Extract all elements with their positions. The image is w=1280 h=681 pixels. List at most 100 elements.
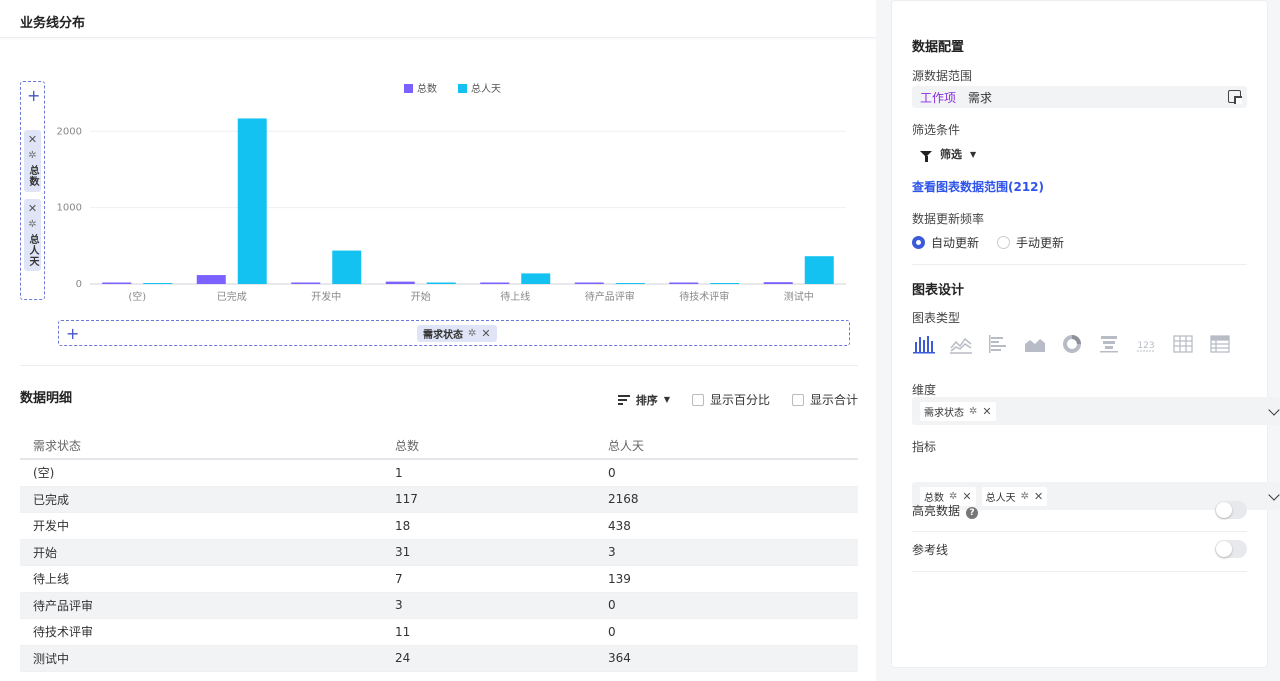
x-tick-label: 待上线 xyxy=(500,290,530,303)
legend-label: 总数 xyxy=(417,82,437,95)
view-range-link[interactable]: 查看图表数据范围(212) xyxy=(912,178,1247,195)
help-icon[interactable]: ? xyxy=(966,506,979,519)
table-cell: (空) xyxy=(33,466,55,481)
refresh-auto-radio[interactable]: 自动更新 xyxy=(912,234,979,251)
table-row: 开发中 18 438 xyxy=(20,513,858,540)
detail-title: 数据明细 xyxy=(20,391,73,406)
donut-chart-icon[interactable] xyxy=(1060,332,1084,356)
pivot-table-icon[interactable] xyxy=(1208,332,1232,356)
bar-mandays xyxy=(615,283,645,284)
filter-label: 筛选条件 xyxy=(912,123,961,137)
table-cell: 待技术评审 xyxy=(33,625,94,640)
table-cell: 待上线 xyxy=(33,572,70,587)
chart-type-selector: 123 xyxy=(912,332,1247,356)
table-row: 待产品评审 3 0 xyxy=(20,592,858,619)
reference-line-row: 参考线 xyxy=(912,540,1247,558)
sort-button[interactable]: 排序 ▼ xyxy=(617,392,670,408)
remove-icon[interactable]: ✕ xyxy=(28,134,37,146)
table-cell: 11 xyxy=(395,624,411,639)
radio-dot[interactable] xyxy=(997,236,1011,249)
dimension-chip-label: 需求状态 xyxy=(924,407,964,419)
add-metric-icon[interactable]: + xyxy=(27,88,40,104)
x-field-label: 需求状态 xyxy=(423,330,463,341)
dimension-selector[interactable]: 需求状态 ✲ ✕ xyxy=(912,397,1280,425)
highlight-toggle[interactable] xyxy=(1215,501,1247,519)
table-cell: 0 xyxy=(608,465,616,480)
remove-icon[interactable]: ✕ xyxy=(481,327,490,340)
table-icon[interactable] xyxy=(1171,332,1195,356)
x-field-pill[interactable]: 需求状态 ✲ ✕ xyxy=(417,325,497,342)
table-cell: 364 xyxy=(608,651,631,666)
bar-count xyxy=(480,282,510,284)
table-row: 开始 31 3 xyxy=(20,539,858,566)
table-cell: 7 xyxy=(395,571,403,586)
add-dimension-icon[interactable]: + xyxy=(66,324,79,343)
chart-header: 业务线分布 xyxy=(0,0,876,38)
bar-count xyxy=(291,282,321,284)
table-cell: 438 xyxy=(608,518,631,533)
bar-mandays xyxy=(143,283,173,284)
config-panel: 数据配置 源数据范围 工作项 需求 筛选条件 筛选 ▼ 查看图表数据范围(212… xyxy=(891,0,1280,668)
gear-icon[interactable]: ✲ xyxy=(949,491,957,502)
table-cell: 2168 xyxy=(608,492,639,507)
source-value: 需求 xyxy=(968,90,993,105)
detail-table: 需求状态 总数 总人天 (空) 1 0 已完成 117 2168 开发中 18 438 开始 31 3… xyxy=(20,432,858,672)
funnel-chart-icon[interactable] xyxy=(1097,332,1121,356)
chevron-down-icon[interactable] xyxy=(1268,489,1280,501)
number-card-icon[interactable]: 123 xyxy=(1134,332,1158,356)
table-cell: 24 xyxy=(395,651,411,666)
table-cell: 18 xyxy=(395,518,411,533)
y-field-pill-count[interactable]: ✕ ✲ 总数 xyxy=(24,130,41,192)
radio-dot[interactable] xyxy=(912,236,925,249)
source-selector[interactable]: 工作项 需求 xyxy=(912,86,1247,108)
column-header[interactable]: 总数 xyxy=(383,437,596,454)
bar-count xyxy=(102,282,132,284)
sort-label: 排序 xyxy=(635,393,658,407)
bar-count xyxy=(763,282,793,284)
show-percent-checkbox[interactable]: 显示百分比 xyxy=(691,391,770,408)
table-header-row: 需求状态 总数 总人天 xyxy=(20,432,858,460)
table-cell: 117 xyxy=(395,492,418,507)
select-range-icon[interactable] xyxy=(1228,90,1241,103)
checkbox-box[interactable] xyxy=(791,393,804,406)
gear-icon[interactable]: ✲ xyxy=(468,328,476,339)
dimension-chip[interactable]: 需求状态 ✲ ✕ xyxy=(920,401,996,421)
x-axis-drop-zone[interactable]: + 需求状态 ✲ ✕ xyxy=(58,320,850,346)
filter-button[interactable]: 筛选 ▼ xyxy=(920,146,1247,162)
x-tick-label: 开发中 xyxy=(311,290,341,303)
x-tick-label: (空) xyxy=(128,290,146,303)
column-header[interactable]: 总人天 xyxy=(596,437,858,454)
x-tick-label: 待产品评审 xyxy=(585,290,635,303)
gear-icon[interactable]: ✲ xyxy=(28,219,36,231)
chart-panel: 业务线分布 + ✕ ✲ 总数 ✕ ✲ 总人天 总数 总人天 0 1000 2000 (空)… xyxy=(0,0,876,681)
y-field-pill-mandays[interactable]: ✕ ✲ 总人天 xyxy=(24,199,41,271)
line-chart-icon[interactable] xyxy=(949,332,973,356)
bar-mandays xyxy=(426,282,456,284)
gear-icon[interactable]: ✲ xyxy=(28,150,36,162)
y-tick-label: 2000 xyxy=(57,126,82,137)
gear-icon[interactable]: ✲ xyxy=(1021,491,1029,502)
chevron-down-icon[interactable] xyxy=(1268,404,1280,416)
checkbox-box[interactable] xyxy=(691,393,704,406)
refresh-manual-radio[interactable]: 手动更新 xyxy=(997,234,1064,251)
source-label: 源数据范围 xyxy=(912,69,973,83)
remove-icon[interactable]: ✕ xyxy=(982,405,991,418)
bar-count xyxy=(385,281,415,284)
table-cell: 开始 xyxy=(33,545,58,560)
x-tick-label: 待技术评审 xyxy=(679,290,729,303)
column-header[interactable]: 需求状态 xyxy=(20,437,383,454)
table-row: 待技术评审 11 0 xyxy=(20,619,858,646)
refresh-options: 自动更新 手动更新 xyxy=(912,234,1247,251)
horizontal-bar-icon[interactable] xyxy=(986,332,1010,356)
reference-line-toggle[interactable] xyxy=(1215,540,1247,558)
table-row: (空) 1 0 xyxy=(20,460,858,487)
gear-icon[interactable]: ✲ xyxy=(969,406,977,417)
show-total-checkbox[interactable]: 显示合计 xyxy=(791,391,858,408)
y-axis-drop-zone[interactable]: + ✕ ✲ 总数 ✕ ✲ 总人天 xyxy=(20,81,45,300)
highlight-label: 高亮数据 xyxy=(912,503,961,518)
bar-chart-icon[interactable] xyxy=(912,332,936,356)
filter-button-label: 筛选 xyxy=(940,148,962,161)
remove-icon[interactable]: ✕ xyxy=(28,203,37,215)
x-tick-label: 测试中 xyxy=(784,290,814,303)
area-chart-icon[interactable] xyxy=(1023,332,1047,356)
